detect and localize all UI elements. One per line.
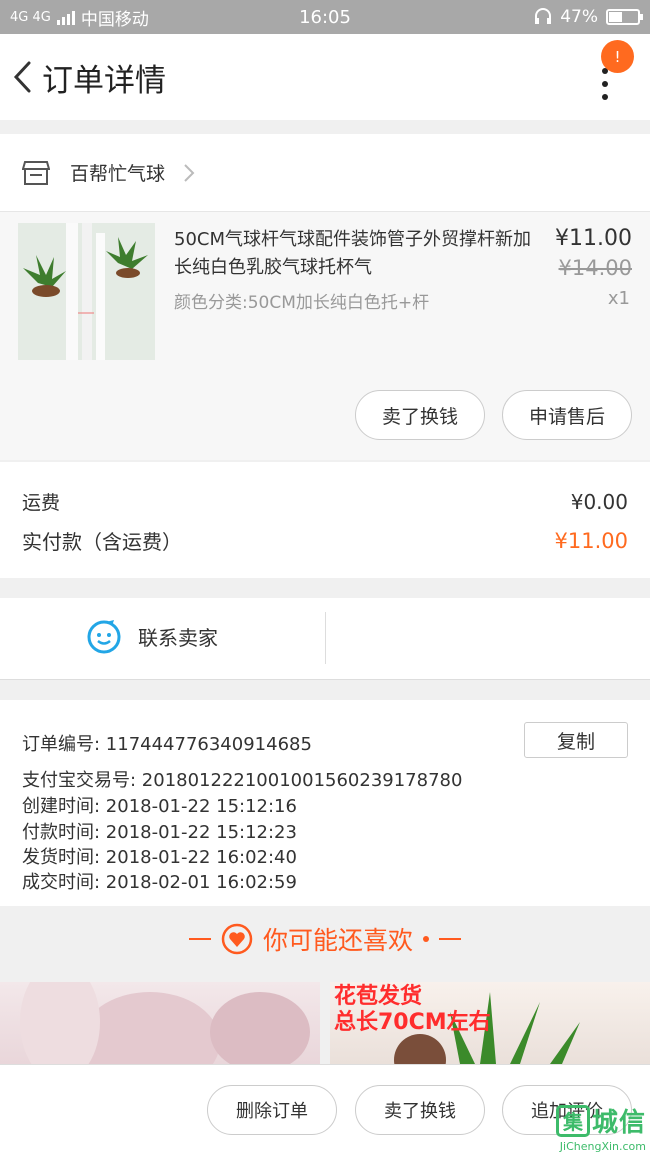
battery-percent: 47%: [560, 7, 598, 27]
store-icon: [22, 160, 50, 185]
contact-seller-label: 联系卖家: [138, 625, 218, 650]
headset-icon: [535, 8, 552, 24]
copy-button[interactable]: 复制: [524, 722, 628, 758]
delete-order-button[interactable]: 删除订单: [207, 1085, 337, 1135]
status-bar: 4G 4G 中国移动 16:05 47%: [0, 0, 650, 34]
product-image[interactable]: [18, 223, 155, 360]
chevron-left-icon: [13, 61, 31, 93]
resell-bottom-button[interactable]: 卖了换钱: [355, 1085, 485, 1135]
page-title: 订单详情: [42, 62, 166, 99]
divider: [423, 936, 429, 942]
carrier-name: 中国移动: [80, 9, 149, 30]
heart-icon: [221, 923, 253, 955]
divider: [188, 938, 211, 940]
resell-button[interactable]: 卖了换钱: [355, 390, 485, 440]
network-indicator: 4G 4G: [10, 9, 51, 25]
alipay-number: 支付宝交易号: 2018012221001001560239178780: [22, 770, 463, 791]
product-spec: 颜色分类:50CM加长纯白色托+杆: [174, 293, 430, 313]
contact-bar: 联系卖家: [0, 598, 650, 680]
back-button[interactable]: [2, 34, 42, 120]
created-time: 创建时间: 2018-01-22 15:12:16: [22, 796, 297, 817]
recommend-item[interactable]: 花苞发货 总长70CM左右: [330, 982, 650, 1064]
signal-icon: [56, 9, 75, 25]
product-quantity: x1: [607, 288, 630, 309]
shipped-time: 发货时间: 2018-01-22 16:02:40: [22, 847, 297, 868]
chat-bubble-icon: [87, 620, 121, 654]
notification-badge[interactable]: !: [601, 40, 634, 73]
product-card: 50CM气球杆气球配件装饰管子外贸撑杆新加长纯白色乳胶气球托杯气 颜色分类:50…: [0, 212, 650, 460]
shop-name: 百帮忙气球: [70, 163, 166, 185]
watermark-text: 城信: [591, 1108, 646, 1138]
paid-label: 实付款（含运费）: [22, 530, 182, 554]
watermark: 集 城信 JiChengXin.com: [555, 1102, 646, 1153]
shipping-value: ¥0.00: [570, 489, 628, 514]
fee-summary: 运费 ¥0.00 实付款（含运费） ¥11.00: [0, 462, 650, 578]
recommend-grid: 花苞发货 总长70CM左右: [0, 982, 650, 1064]
completed-time: 成交时间: 2018-02-01 16:02:59: [22, 872, 297, 893]
original-price: ¥14.00: [558, 256, 632, 280]
chevron-right-icon: [184, 163, 195, 182]
order-number: 订单编号: 117444776340914685: [22, 734, 312, 755]
bottom-action-bar: 删除订单 卖了换钱 追加评价: [0, 1064, 650, 1155]
recommend-header: 你可能还喜欢: [0, 908, 650, 970]
battery-icon: [606, 9, 643, 25]
contact-seller-button[interactable]: 联系卖家: [86, 618, 218, 654]
divider: [439, 938, 461, 940]
shipping-label: 运费: [22, 492, 61, 514]
product-title[interactable]: 50CM气球杆气球配件装饰管子外贸撑杆新加长纯白色乳胶气球托杯气: [174, 226, 534, 282]
after-sale-button[interactable]: 申请售后: [502, 390, 632, 440]
tile-caption: 花苞发货 总长70CM左右: [334, 984, 491, 1035]
recommend-item[interactable]: [0, 982, 320, 1064]
divider: [325, 612, 326, 664]
recommend-title: 你可能还喜欢: [262, 926, 413, 955]
paid-time: 付款时间: 2018-01-22 15:12:23: [22, 822, 297, 843]
paid-value: ¥11.00: [554, 528, 628, 553]
shop-row[interactable]: 百帮忙气球: [0, 134, 650, 212]
nav-bar: 订单详情 !: [0, 34, 650, 120]
watermark-domain: JiChengXin.com: [559, 1140, 646, 1153]
watermark-logo: 集: [555, 1104, 590, 1137]
order-info: 订单编号: 117444776340914685 复制 支付宝交易号: 2018…: [0, 700, 650, 906]
product-price: ¥11.00: [555, 226, 632, 251]
